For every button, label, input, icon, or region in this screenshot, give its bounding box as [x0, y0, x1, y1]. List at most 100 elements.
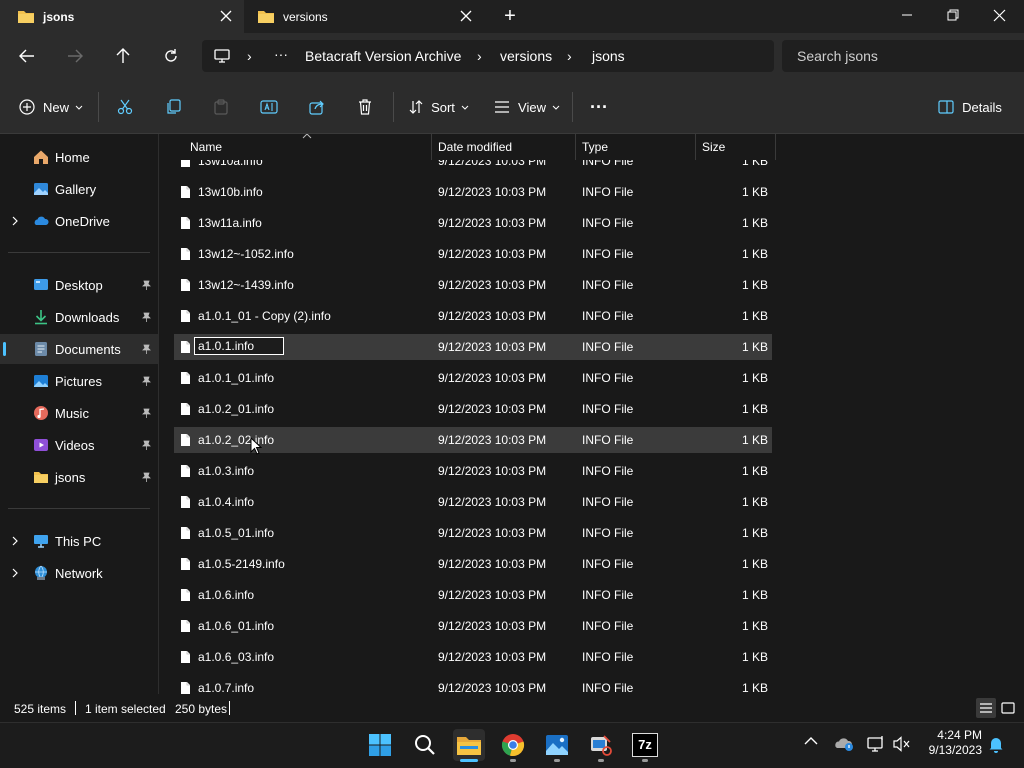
share-button[interactable]: [301, 91, 333, 123]
taskbar-snipping-tool[interactable]: [585, 729, 617, 761]
file-date-modified: 9/12/2023 10:03 PM: [438, 681, 547, 694]
close-tab-icon[interactable]: [460, 10, 472, 22]
breadcrumb-item[interactable]: Betacraft Version Archive: [305, 48, 461, 64]
rename-input[interactable]: a1.0.1.info: [194, 337, 284, 355]
pin-icon[interactable]: [142, 472, 151, 483]
table-row[interactable]: a1.0.1_01.info 9/12/2023 10:03 PM INFO Fil…: [174, 365, 772, 391]
forward-button[interactable]: [59, 40, 91, 72]
chevron-right-icon[interactable]: [11, 216, 19, 226]
up-button[interactable]: [107, 40, 139, 72]
sidebar-item-jsons[interactable]: jsons: [0, 462, 158, 492]
details-pane-button[interactable]: Details: [934, 91, 1006, 123]
show-hidden-icons-button[interactable]: [804, 736, 818, 746]
maximize-button[interactable]: [930, 0, 976, 30]
start-button[interactable]: [364, 729, 396, 761]
sidebar-item-downloads[interactable]: Downloads: [0, 302, 158, 332]
pin-icon[interactable]: [142, 376, 151, 387]
taskbar-search-button[interactable]: [409, 729, 441, 761]
sidebar-item-documents[interactable]: Documents: [0, 334, 158, 364]
table-row[interactable]: a1.0.7.info 9/12/2023 10:03 PM INFO File 1 …: [174, 675, 772, 694]
copy-button[interactable]: [157, 91, 189, 123]
sidebar-item-network[interactable]: Network: [0, 558, 158, 588]
sidebar-item-gallery[interactable]: Gallery: [0, 174, 158, 204]
sidebar-item-this-pc[interactable]: This PC: [0, 526, 158, 556]
column-header-type[interactable]: Type: [582, 134, 694, 160]
pin-icon[interactable]: [142, 280, 151, 291]
close-tab-icon[interactable]: [220, 10, 232, 22]
this-pc-icon[interactable]: [214, 48, 230, 64]
downloads-icon: [33, 309, 49, 325]
column-header-size[interactable]: Size: [702, 134, 772, 160]
table-row[interactable]: a1.0.1.info 9/12/2023 10:03 PM INFO File 1 …: [174, 334, 772, 360]
breadcrumb-item[interactable]: jsons: [592, 48, 625, 64]
sort-icon: [409, 100, 423, 114]
column-header-date[interactable]: Date modified: [438, 134, 574, 160]
breadcrumb-chevron-icon: ›: [567, 48, 572, 64]
pin-icon[interactable]: [142, 344, 151, 355]
column-divider[interactable]: [431, 134, 432, 160]
tab-jsons[interactable]: jsons: [0, 0, 244, 33]
table-row[interactable]: 13w10b.info 9/12/2023 10:03 PM INFO File 1 …: [174, 179, 772, 205]
table-row[interactable]: 13w10a.info 9/12/2023 10:03 PM INFO File 1 …: [174, 160, 772, 174]
sidebar-item-onedrive[interactable]: OneDrive: [0, 206, 158, 236]
pictures-icon: [33, 373, 49, 389]
table-row[interactable]: 13w11a.info 9/12/2023 10:03 PM INFO File 1 …: [174, 210, 772, 236]
table-row[interactable]: a1.0.3.info 9/12/2023 10:03 PM INFO File 1 …: [174, 458, 772, 484]
column-divider[interactable]: [695, 134, 696, 160]
sidebar-item-pictures[interactable]: Pictures: [0, 366, 158, 396]
close-window-button[interactable]: [976, 0, 1022, 30]
network-tray-icon[interactable]: [866, 735, 886, 753]
sidebar-item-videos[interactable]: Videos: [0, 430, 158, 460]
folder-icon: [17, 9, 35, 24]
breadcrumb-item[interactable]: versions: [500, 48, 552, 64]
sort-button[interactable]: Sort: [404, 91, 474, 123]
clock[interactable]: 4:24 PM 9/13/2023: [918, 728, 982, 758]
onedrive-tray-icon[interactable]: [834, 736, 854, 752]
more-options-button[interactable]: ···: [584, 91, 614, 123]
file-date-modified: 9/12/2023 10:03 PM: [438, 278, 547, 292]
new-tab-button[interactable]: +: [496, 4, 524, 28]
cut-button[interactable]: [109, 91, 141, 123]
notification-bell-icon[interactable]: [988, 736, 1004, 753]
sidebar-item-home[interactable]: Home: [0, 142, 158, 172]
table-row[interactable]: a1.0.6.info 9/12/2023 10:03 PM INFO File 1 …: [174, 582, 772, 608]
tiles-view-button[interactable]: [998, 698, 1018, 718]
table-row[interactable]: a1.0.1_01 - Copy (2).info 9/12/2023 10:03…: [174, 303, 772, 329]
details-view-button[interactable]: [976, 698, 996, 718]
taskbar-file-explorer[interactable]: [453, 729, 485, 761]
back-button[interactable]: [11, 40, 43, 72]
minimize-button[interactable]: [884, 0, 930, 30]
delete-button[interactable]: [349, 91, 381, 123]
table-row[interactable]: a1.0.2_01.info 9/12/2023 10:03 PM INFO Fil…: [174, 396, 772, 422]
column-divider[interactable]: [775, 134, 776, 160]
table-row[interactable]: a1.0.4.info 9/12/2023 10:03 PM INFO File 1 …: [174, 489, 772, 515]
pin-icon[interactable]: [142, 440, 151, 451]
volume-muted-icon[interactable]: [892, 736, 912, 752]
table-row[interactable]: 13w12~-1052.info 9/12/2023 10:03 PM INFO F…: [174, 241, 772, 267]
view-button[interactable]: View: [490, 91, 564, 123]
table-row[interactable]: a1.0.6_03.info 9/12/2023 10:03 PM INFO Fil…: [174, 644, 772, 670]
table-row[interactable]: a1.0.5_01.info 9/12/2023 10:03 PM INFO Fil…: [174, 520, 772, 546]
table-row[interactable]: a1.0.5-2149.info 9/12/2023 10:03 PM INFO F…: [174, 551, 772, 577]
search-input[interactable]: Search jsons: [797, 48, 878, 64]
paste-button[interactable]: [205, 91, 237, 123]
table-row[interactable]: a1.0.6_01.info 9/12/2023 10:03 PM INFO Fil…: [174, 613, 772, 639]
pin-icon[interactable]: [142, 408, 151, 419]
new-button[interactable]: New: [14, 91, 88, 123]
rename-button[interactable]: [253, 91, 285, 123]
refresh-button[interactable]: [155, 40, 187, 72]
pin-icon[interactable]: [142, 312, 151, 323]
table-row[interactable]: a1.0.2_02.info 9/12/2023 10:03 PM INFO Fil…: [174, 427, 772, 453]
tab-versions[interactable]: versions: [244, 0, 484, 33]
column-divider[interactable]: [575, 134, 576, 160]
taskbar-photos[interactable]: [541, 729, 573, 761]
taskbar-chrome[interactable]: [497, 729, 529, 761]
sidebar-item-music[interactable]: Music: [0, 398, 158, 428]
chevron-right-icon[interactable]: [11, 536, 19, 546]
sidebar-item-desktop[interactable]: Desktop: [0, 270, 158, 300]
table-row[interactable]: 13w12~-1439.info 9/12/2023 10:03 PM INFO F…: [174, 272, 772, 298]
taskbar-7zip[interactable]: 7z: [629, 729, 661, 761]
chevron-right-icon[interactable]: [11, 568, 19, 578]
file-name: 13w10a.info: [198, 160, 263, 168]
breadcrumb-overflow-button[interactable]: ···: [274, 46, 288, 62]
